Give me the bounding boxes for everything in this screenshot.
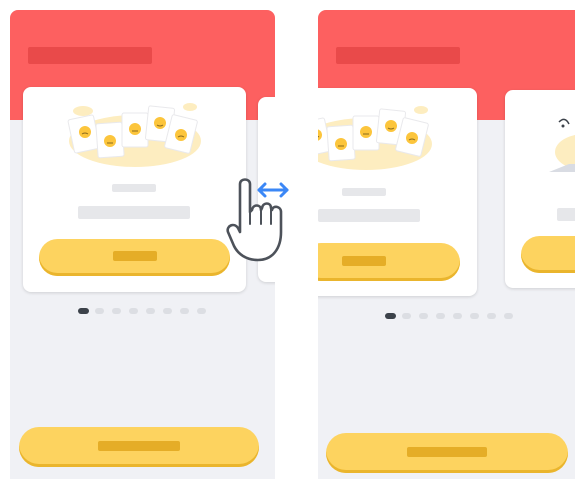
page-dot[interactable] bbox=[197, 308, 206, 314]
continue-label-placeholder bbox=[98, 441, 180, 451]
page-dot[interactable] bbox=[95, 308, 104, 314]
header-title-placeholder bbox=[28, 47, 152, 64]
page-dot[interactable] bbox=[487, 313, 496, 319]
page-dot[interactable] bbox=[146, 308, 155, 314]
card-subtitle-placeholder bbox=[342, 188, 386, 196]
card-title-placeholder bbox=[78, 206, 190, 219]
page-dot[interactable] bbox=[129, 308, 138, 314]
continue-button[interactable] bbox=[19, 427, 259, 467]
card-subtitle-placeholder bbox=[112, 184, 156, 192]
card-action-label-placeholder bbox=[113, 251, 157, 261]
page-dot[interactable] bbox=[112, 308, 121, 314]
page-dot[interactable] bbox=[504, 313, 513, 319]
horizontal-arrow-icon bbox=[257, 182, 289, 198]
page-dot[interactable] bbox=[419, 313, 428, 319]
header-title-placeholder bbox=[336, 47, 460, 64]
card-action-button[interactable] bbox=[521, 236, 575, 273]
card-action-label-placeholder bbox=[342, 256, 386, 266]
card-action-button[interactable] bbox=[318, 243, 460, 281]
card-title-placeholder bbox=[557, 208, 575, 221]
page-dot[interactable] bbox=[402, 313, 411, 319]
pagination-dots bbox=[385, 313, 515, 319]
continue-button[interactable] bbox=[326, 433, 568, 473]
carousel-card[interactable] bbox=[318, 88, 477, 296]
page-dot[interactable] bbox=[470, 313, 479, 319]
page-dot[interactable] bbox=[436, 313, 445, 319]
pagination-dots bbox=[78, 308, 208, 314]
card-title-placeholder bbox=[318, 209, 420, 222]
emoji-cards-illustration bbox=[318, 106, 432, 170]
page-dot-active[interactable] bbox=[78, 308, 89, 314]
card-action-button[interactable] bbox=[39, 239, 230, 276]
page-dot[interactable] bbox=[163, 308, 172, 314]
continue-label-placeholder bbox=[407, 447, 487, 457]
page-dot[interactable] bbox=[180, 308, 189, 314]
onboarding-screen-after bbox=[318, 10, 575, 479]
page-dot-active[interactable] bbox=[385, 313, 396, 319]
next-carousel-card[interactable] bbox=[505, 90, 575, 288]
emoji-cards-illustration bbox=[67, 103, 201, 167]
page-dot[interactable] bbox=[453, 313, 462, 319]
balloon-illustration bbox=[549, 118, 575, 172]
carousel-card[interactable] bbox=[23, 87, 246, 292]
